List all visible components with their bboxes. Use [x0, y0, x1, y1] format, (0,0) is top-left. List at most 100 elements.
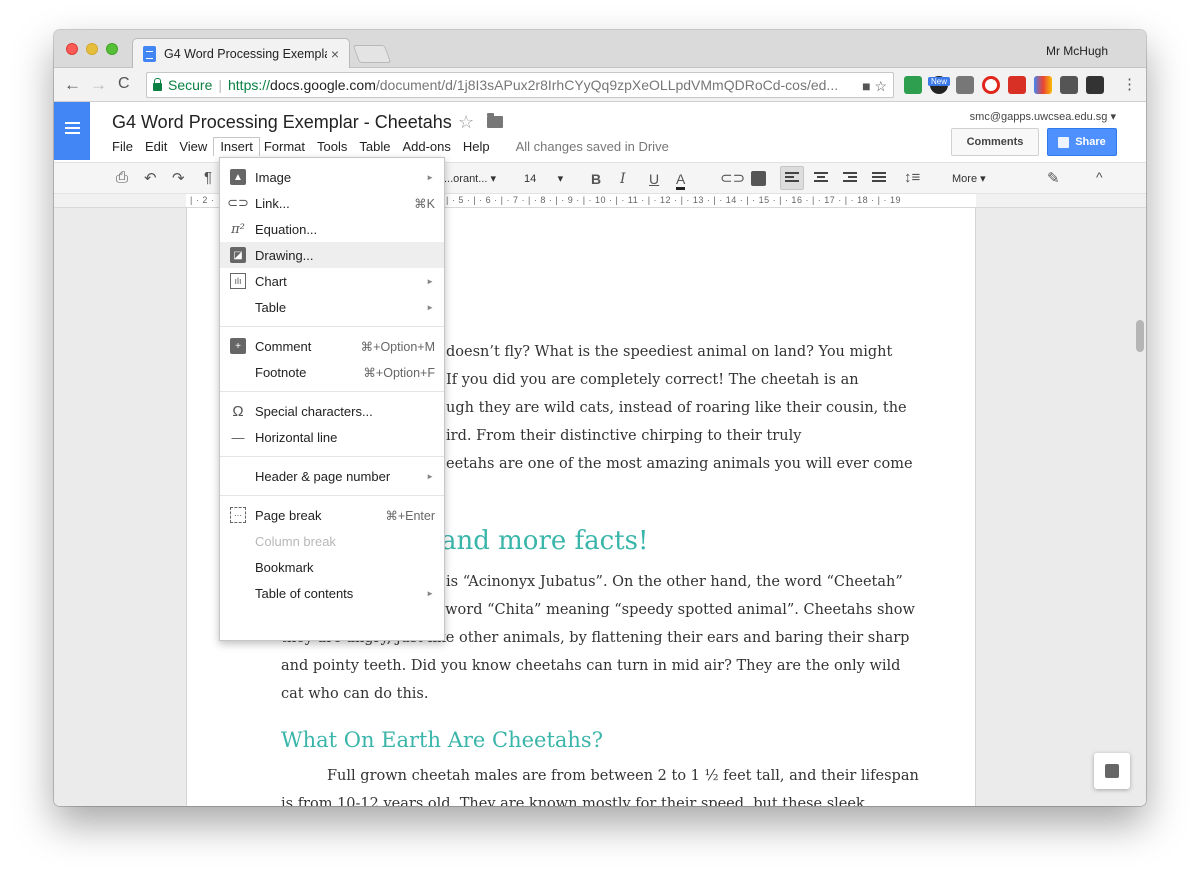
tab-close-icon[interactable]: × [331, 46, 339, 62]
insert-comment-icon[interactable] [751, 171, 766, 186]
menu-item-comment[interactable]: + Comment ⌘+Option+M [220, 333, 444, 359]
menu-item-drawing[interactable]: ◪ Drawing... [220, 242, 444, 268]
menu-divider [220, 326, 444, 327]
font-size-select[interactable]: 14 ▾ [524, 172, 563, 185]
insert-link-icon[interactable]: ⊂⊃ [720, 169, 745, 187]
body-text-line: cat who can do this. [281, 686, 429, 702]
explore-button[interactable] [1094, 753, 1130, 789]
menu-item-footnote[interactable]: Footnote ⌘+Option+F [220, 359, 444, 385]
window-maximize-button[interactable] [106, 43, 118, 55]
menu-insert[interactable]: Insert [213, 137, 260, 156]
italic-button[interactable]: I [620, 171, 626, 187]
account-email[interactable]: smc@gapps.uwcsea.edu.sg ▾ [970, 110, 1116, 123]
menu-table[interactable]: Table [359, 138, 397, 156]
bookmark-star-icon[interactable]: ■ ☆ [862, 78, 887, 95]
menu-item-label: Drawing... [255, 247, 314, 263]
window-close-button[interactable] [66, 43, 78, 55]
save-status[interactable]: All changes saved in Drive [516, 138, 669, 156]
align-justify-icon[interactable] [872, 172, 886, 184]
editing-mode-pencil-icon[interactable]: ✎ [1047, 169, 1060, 187]
share-button[interactable]: Share [1047, 128, 1117, 156]
bold-button[interactable]: B [591, 171, 601, 187]
url-protocol: https:// [228, 77, 271, 93]
horizontal-line-icon: — [231, 429, 245, 445]
subsection-heading: What On Earth Are Cheetahs? [281, 728, 603, 752]
browser-tab[interactable]: G4 Word Processing Exemplar × [132, 38, 350, 69]
align-left-icon[interactable] [785, 172, 799, 184]
extension-gmail-icon[interactable] [1008, 76, 1026, 94]
menu-item-label: Comment [255, 338, 312, 354]
menu-item-header-page-number[interactable]: Header & page number ► [220, 463, 444, 489]
menu-item-label: Footnote [255, 364, 307, 380]
menu-item-table[interactable]: Table ► [220, 294, 444, 320]
vertical-scrollbar-thumb[interactable] [1136, 320, 1144, 352]
insert-menu-dropdown: ▲ Image ► ⊂⊃ Link... ⌘K π² Equation... ◪… [219, 157, 445, 641]
font-family-select[interactable]: ...orant... ▾ [444, 172, 496, 185]
menu-item-table-of-contents[interactable]: Table of contents ► [220, 580, 444, 606]
menu-item-horizontal-line[interactable]: — Horizontal line [220, 424, 444, 450]
address-bar[interactable]: Secure | https:// docs.google.com /docum… [146, 72, 894, 98]
paint-format-icon[interactable]: ¶ [204, 169, 212, 186]
menu-item-special-characters[interactable]: Ω Special characters... [220, 398, 444, 424]
menu-item-equation[interactable]: π² Equation... [220, 216, 444, 242]
extension-film-icon[interactable] [1086, 76, 1104, 94]
more-button[interactable]: More ▾ [952, 172, 986, 185]
extension-color-icon[interactable] [1034, 76, 1052, 94]
redo-icon[interactable]: ↷ [172, 169, 185, 187]
align-center-icon[interactable] [814, 172, 828, 184]
menu-item-label: Bookmark [255, 559, 314, 575]
text-color-button[interactable]: A [676, 171, 686, 190]
body-text-line: is from 10-12 years old. They are known … [281, 796, 865, 806]
url-path: /document/d/1j8I3sAPux2r8IrhCYyQq9zpXeOL… [375, 77, 839, 93]
menu-tools[interactable]: Tools [317, 138, 354, 156]
drawing-icon: ◪ [230, 247, 246, 263]
line-spacing-icon[interactable]: ↕≡ [904, 169, 920, 186]
collapse-toolbar-icon[interactable]: ^ [1096, 169, 1103, 185]
undo-icon[interactable]: ↶ [144, 169, 157, 187]
chart-icon: ılı [230, 273, 246, 289]
account-email-text: smc@gapps.uwcsea.edu.sg [969, 111, 1108, 123]
ruler[interactable]: | · 2 · | · 5 · | · 6 · | · 7 · | · 8 · … [54, 194, 1146, 208]
profile-name[interactable]: Mr McHugh [1046, 44, 1108, 58]
menu-item-bookmark[interactable]: Bookmark [220, 554, 444, 580]
window-minimize-button[interactable] [86, 43, 98, 55]
menu-item-label: Horizontal line [255, 429, 338, 445]
docs-home-button[interactable] [54, 102, 90, 160]
underline-button[interactable]: U [649, 171, 659, 187]
forward-arrow-icon[interactable]: → [90, 75, 107, 95]
address-separator: | [218, 77, 222, 93]
extension-gray-icon[interactable] [956, 76, 974, 94]
align-right-icon[interactable] [843, 172, 857, 184]
menu-file[interactable]: File [112, 138, 140, 156]
docs-header: G4 Word Processing Exemplar - Cheetahs ☆… [54, 102, 1146, 162]
menu-view[interactable]: View [179, 138, 214, 156]
extension-pin-icon[interactable] [1060, 76, 1078, 94]
font-family-caret-icon: ▾ [490, 173, 497, 185]
menu-addons[interactable]: Add-ons [402, 138, 457, 156]
document-canvas[interactable]: doesn’t fly? What is the speediest anima… [54, 208, 1146, 806]
menu-help[interactable]: Help [463, 138, 497, 156]
menu-item-chart[interactable]: ılı Chart ► [220, 268, 444, 294]
menu-item-shortcut: ⌘+Enter [385, 508, 435, 523]
more-label: More [952, 173, 978, 185]
browser-menu-icon[interactable]: ⋮ [1122, 75, 1137, 93]
menu-format[interactable]: Format [264, 138, 312, 156]
extension-opera-icon[interactable] [982, 76, 1000, 94]
new-tab-button[interactable] [352, 45, 392, 63]
omega-icon: Ω [232, 402, 244, 420]
ruler-ticks-left: | · 2 · [190, 195, 215, 205]
menu-item-page-break[interactable]: ⋯ Page break ⌘+Enter [220, 502, 444, 528]
comments-button[interactable]: Comments [951, 128, 1039, 156]
folder-icon[interactable] [487, 113, 503, 128]
menu-item-image[interactable]: ▲ Image ► [220, 164, 444, 190]
menu-edit[interactable]: Edit [145, 138, 174, 156]
back-arrow-icon[interactable]: ← [64, 75, 81, 95]
document-title[interactable]: G4 Word Processing Exemplar - Cheetahs [112, 112, 452, 133]
menu-item-label: Image [255, 169, 292, 185]
explore-icon [1105, 764, 1119, 778]
print-icon[interactable]: ⎙ [116, 169, 128, 186]
star-icon[interactable]: ☆ [458, 112, 474, 133]
reload-icon[interactable]: C [118, 75, 130, 93]
extension-evernote-icon[interactable] [904, 76, 922, 94]
menu-item-link[interactable]: ⊂⊃ Link... ⌘K [220, 190, 444, 216]
